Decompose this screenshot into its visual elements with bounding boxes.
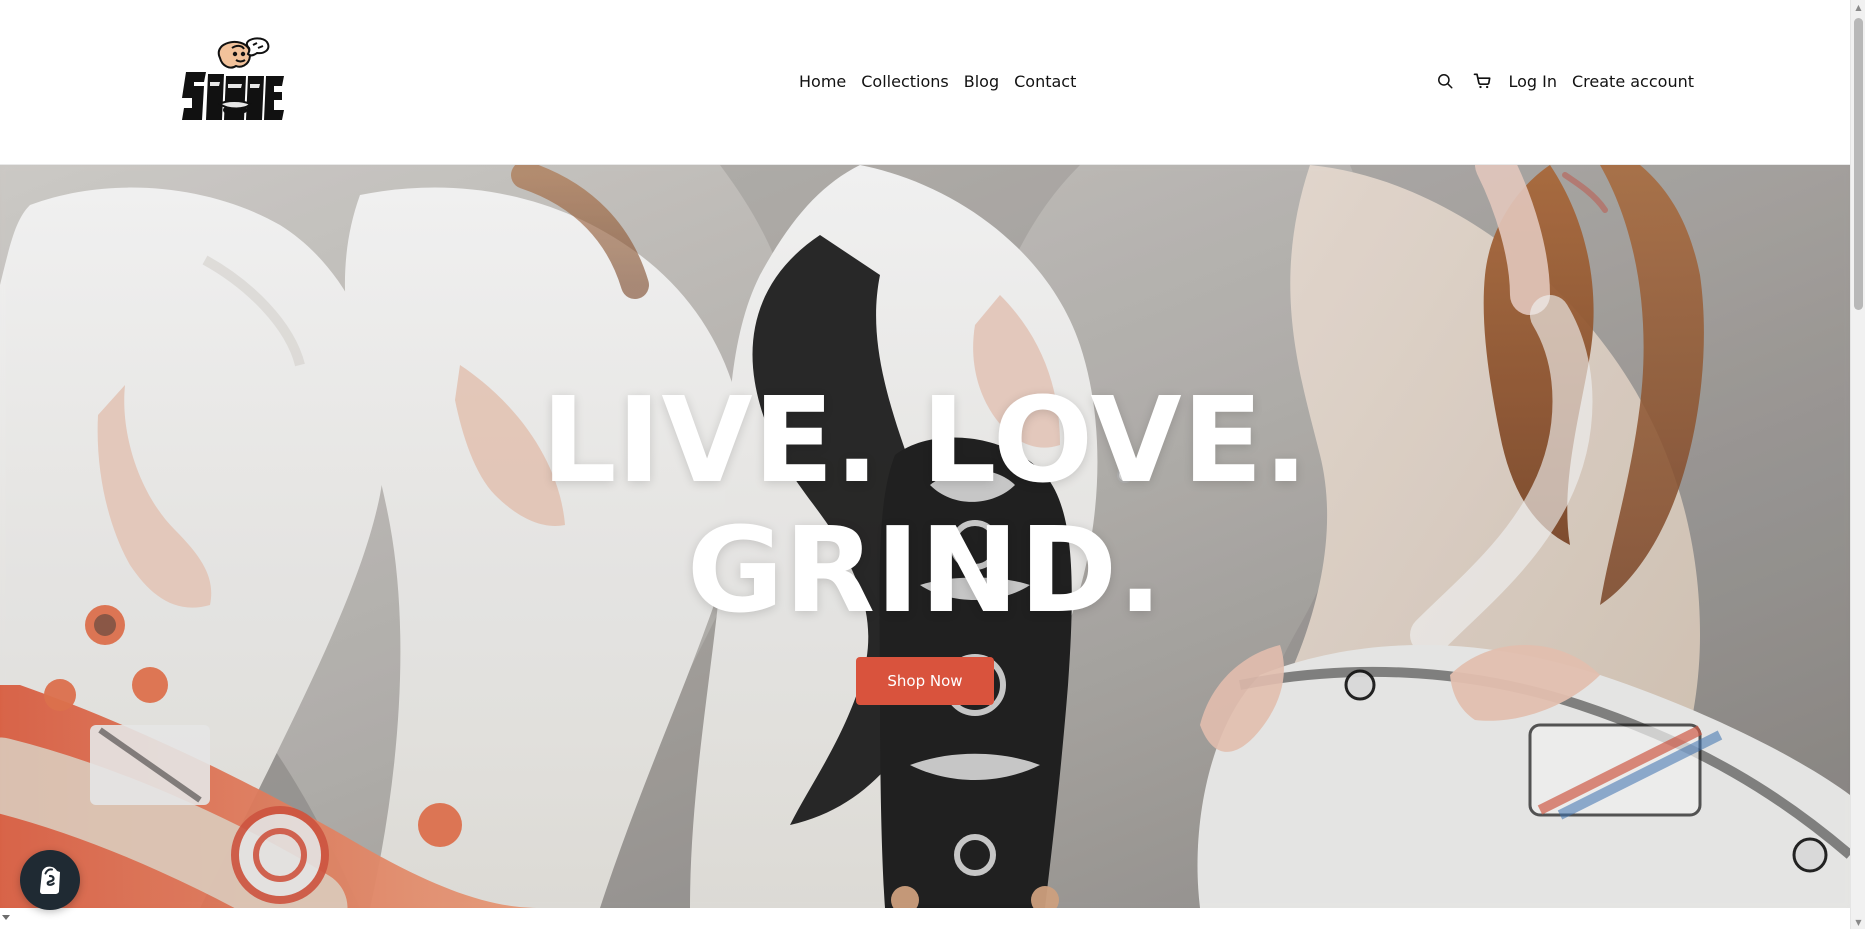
main-nav: Home Collections Blog Contact bbox=[799, 72, 1076, 91]
below-hero-strip bbox=[0, 908, 1850, 929]
hero-title: LIVE. LOVE. GRIND. bbox=[0, 375, 1850, 635]
hero-title-line-1: LIVE. LOVE. bbox=[541, 371, 1309, 509]
nav-collections-link[interactable]: Collections bbox=[861, 72, 948, 91]
nav-home-link[interactable]: Home bbox=[799, 72, 846, 91]
hero-section: LIVE. LOVE. GRIND. Shop Now bbox=[0, 165, 1850, 908]
shopify-badge[interactable] bbox=[20, 850, 80, 910]
scrollbar-thumb[interactable] bbox=[1854, 18, 1863, 310]
page: Home Collections Blog Contact Log In Cre… bbox=[0, 0, 1865, 929]
site-header: Home Collections Blog Contact Log In Cre… bbox=[0, 0, 1850, 165]
login-link[interactable]: Log In bbox=[1508, 72, 1557, 91]
hero-title-line-2: GRIND. bbox=[686, 501, 1164, 639]
shopify-icon bbox=[40, 866, 60, 894]
header-actions: Log In Create account bbox=[1434, 70, 1694, 92]
nav-contact-link[interactable]: Contact bbox=[1014, 72, 1076, 91]
cart-icon[interactable] bbox=[1471, 70, 1493, 92]
scroll-down-icon[interactable]: ▼ bbox=[1853, 917, 1864, 927]
create-account-link[interactable]: Create account bbox=[1572, 72, 1694, 91]
nav-blog-link[interactable]: Blog bbox=[964, 72, 999, 91]
site-logo[interactable] bbox=[180, 36, 286, 128]
chevron-down-icon bbox=[2, 915, 10, 920]
search-icon[interactable] bbox=[1434, 70, 1456, 92]
scroll-up-icon[interactable]: ▲ bbox=[1853, 2, 1864, 12]
page-scrollbar[interactable]: ▲ ▼ bbox=[1850, 0, 1865, 929]
shop-now-button[interactable]: Shop Now bbox=[856, 657, 994, 705]
